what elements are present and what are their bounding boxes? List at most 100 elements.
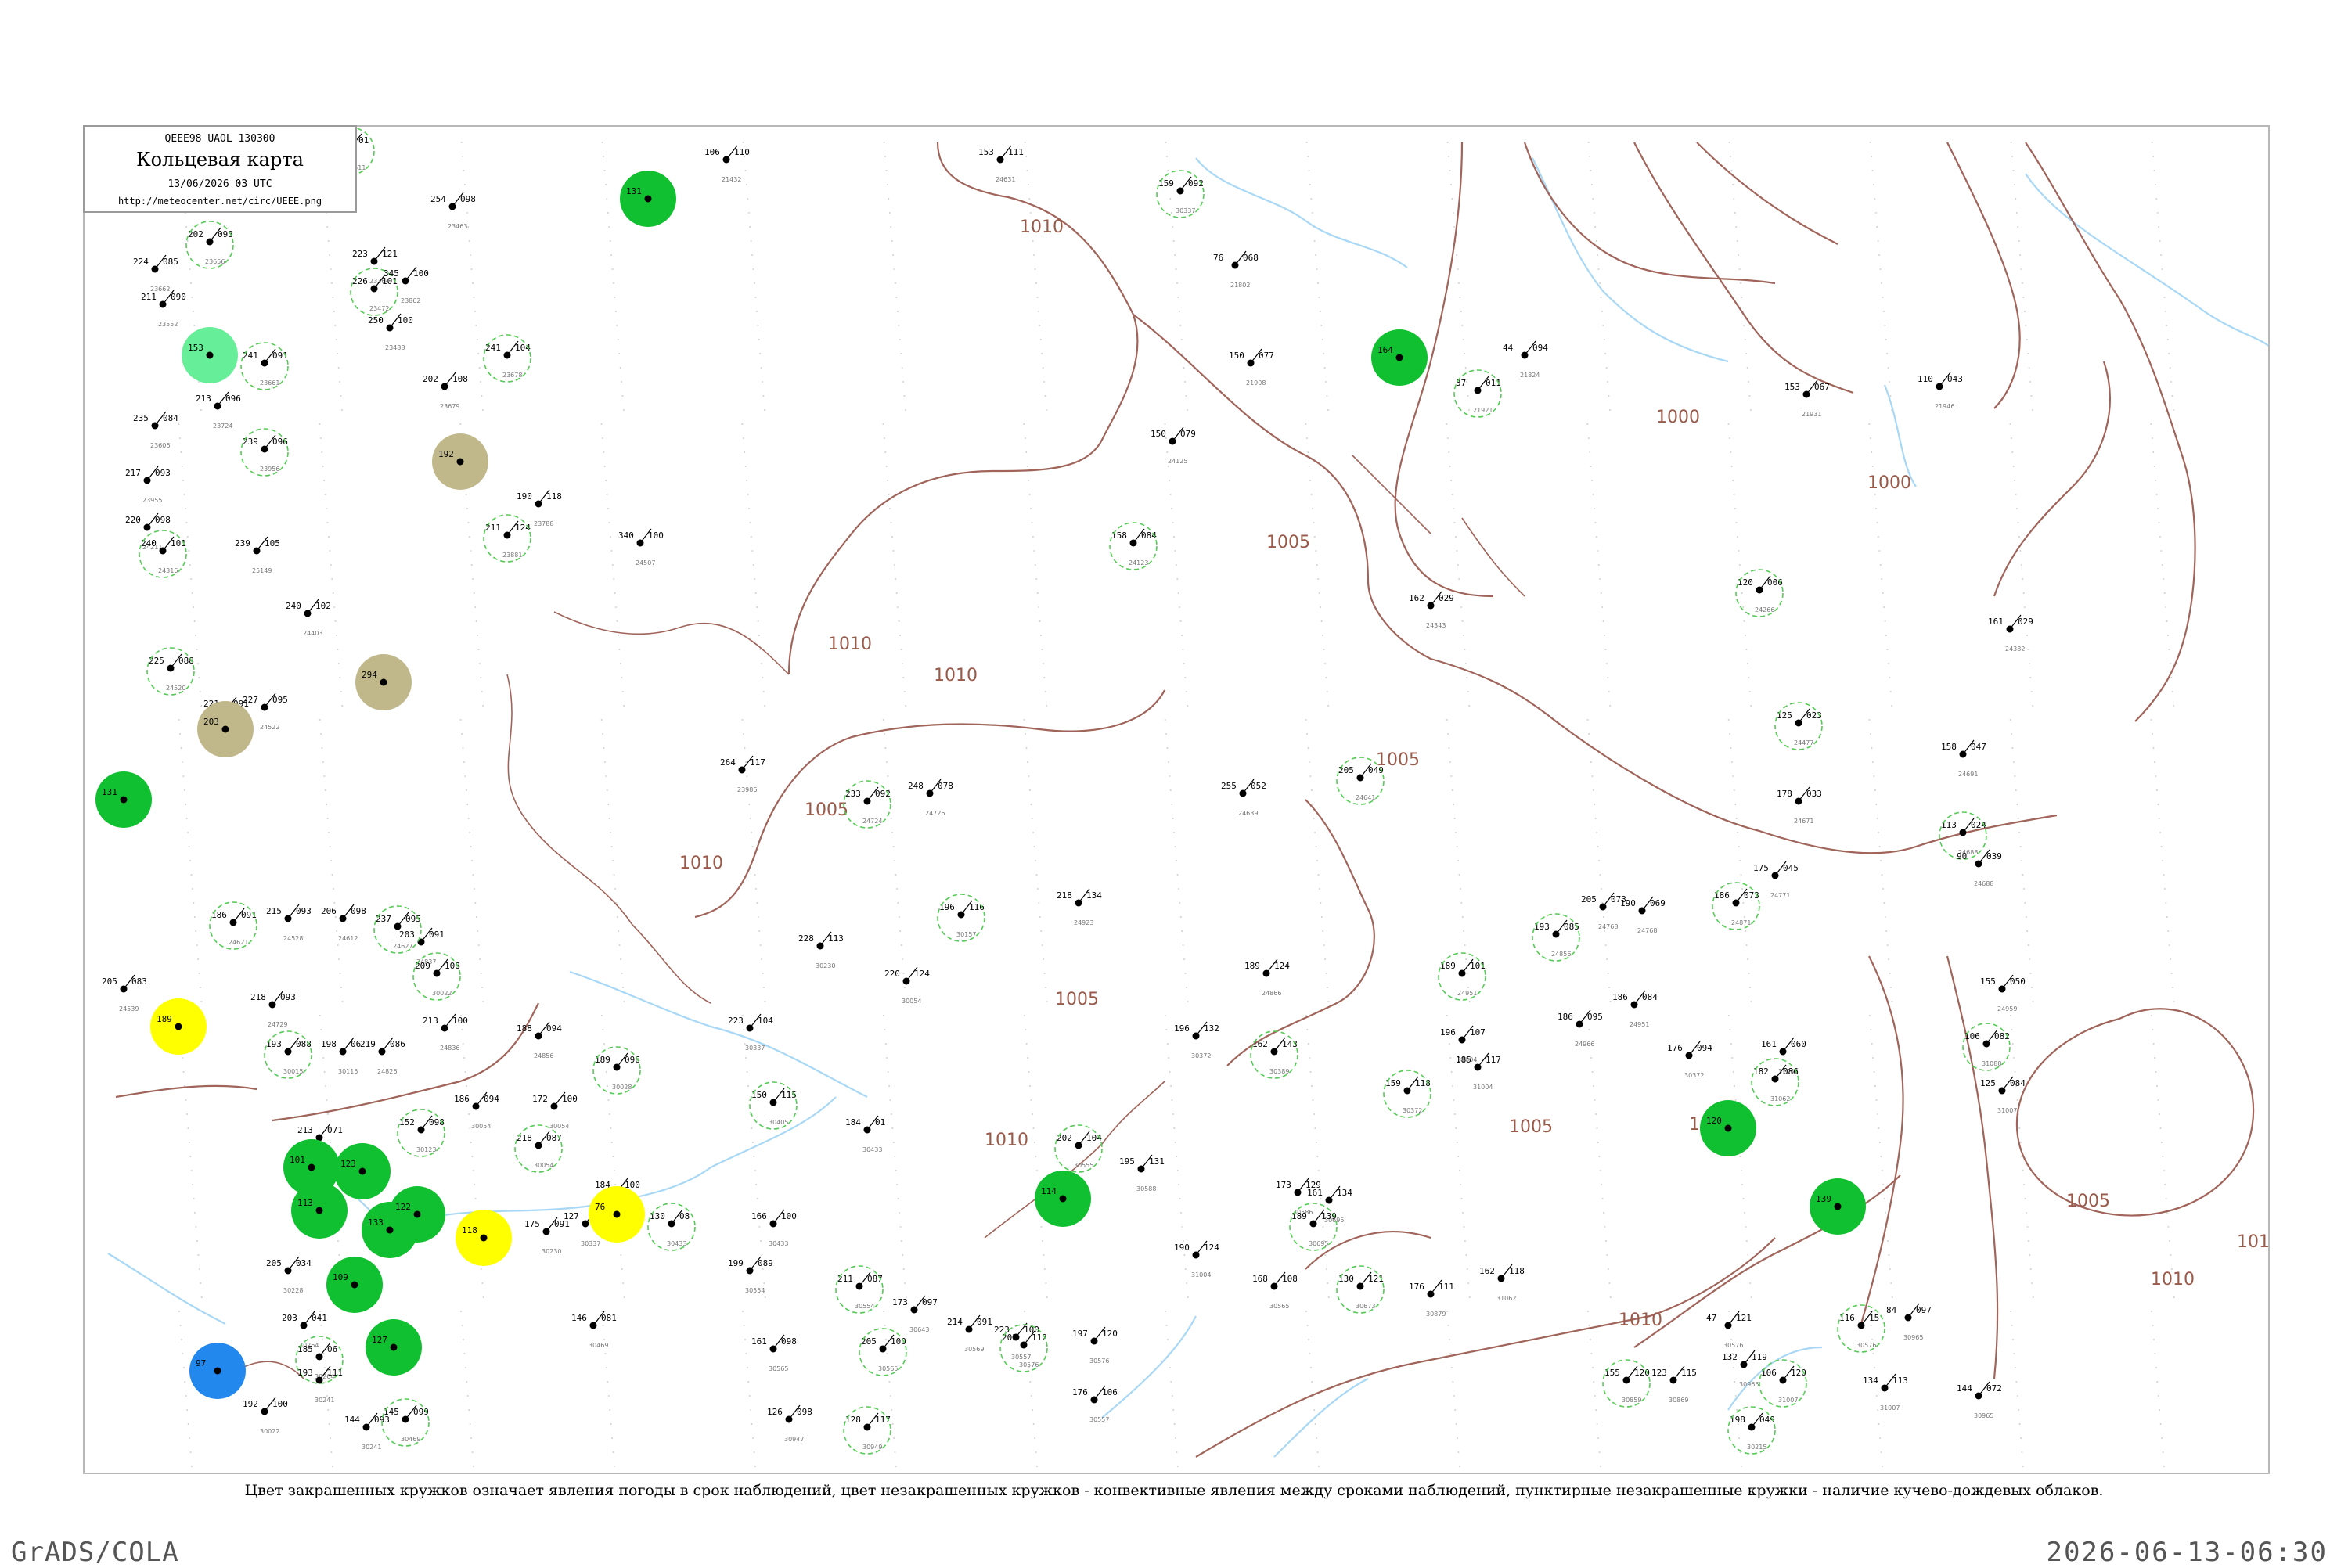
station-plot[interactable]: 250 100 23488 [368, 313, 413, 351]
station-plot[interactable]: 202 108 23679 [423, 372, 468, 410]
station-plot[interactable]: 217 093 23955 [125, 466, 171, 504]
station-plot[interactable]: 202 09323656 [185, 221, 234, 269]
station-plot[interactable]: 218 08730054 [514, 1124, 563, 1173]
station-plot[interactable]: 44 094 21824 [1503, 340, 1548, 379]
station-plot[interactable]: 206 098 24612 [321, 904, 366, 942]
station-plot[interactable]: 161 098 30565 [751, 1334, 797, 1372]
station-plot[interactable]: 152 09830123 [397, 1109, 445, 1157]
station-plot[interactable]: 125 02324477 [1774, 702, 1823, 750]
station-plot[interactable]: 126 098 30947 [767, 1404, 812, 1443]
filled-station-green[interactable]: 127 [366, 1319, 422, 1376]
station-plot[interactable]: 248 078 24726 [908, 779, 953, 817]
station-plot[interactable]: 90 039 24688 [1957, 849, 2002, 887]
station-plot[interactable]: 128 11730949 [843, 1406, 891, 1455]
map-area[interactable]: 1010 1010 1010 1010 1010 1010 1005 1005 1005 1005… [83, 125, 2270, 1474]
station-plot[interactable]: 220 124 30054 [884, 966, 930, 1005]
station-plot[interactable]: 197 120 30576 [1072, 1326, 1118, 1365]
station-plot[interactable]: 214 091 30569 [947, 1314, 992, 1353]
station-plot[interactable]: 235 084 23606 [133, 411, 178, 449]
station-plot[interactable]: 240 102 24403 [286, 599, 331, 637]
filled-station-yellow[interactable]: 118 [456, 1210, 512, 1266]
station-plot[interactable]: 186 09124621 [209, 901, 257, 950]
station-plot[interactable]: 189 124 24866 [1244, 958, 1290, 997]
station-plot[interactable]: 189 09630028 [592, 1046, 641, 1095]
station-plot[interactable]: 182 08631062 [1751, 1058, 1799, 1106]
station-plot[interactable]: 203 04130264 [282, 1311, 327, 1349]
filled-station-green[interactable]: 122 [389, 1186, 445, 1243]
station-plot[interactable]: 155 12030859 [1602, 1359, 1651, 1408]
station-plot[interactable]: 228 113 30230 [798, 931, 844, 969]
station-plot[interactable]: 175 045 24771 [1753, 861, 1799, 899]
station-plot[interactable]: 176 094 30372 [1667, 1041, 1712, 1079]
station-plot[interactable]: 196 132 30372 [1174, 1021, 1219, 1059]
station-plot[interactable]: 192 100 30022 [243, 1397, 288, 1435]
station-plot[interactable]: 218 134 24923 [1057, 888, 1102, 926]
filled-station-blue[interactable]: 97 [189, 1343, 246, 1399]
station-plot[interactable]: 254 098 23463 [430, 192, 476, 230]
filled-station-yellow[interactable]: 76 [589, 1186, 645, 1243]
station-plot[interactable]: 205 034 30228 [266, 1256, 312, 1294]
station-plot[interactable]: 37 01121921 [1453, 369, 1502, 418]
station-plot[interactable]: 159 11830372 [1383, 1070, 1431, 1118]
station-plot[interactable]: 233 09224724 [843, 780, 891, 829]
station-plot[interactable]: 123 115 30869 [1651, 1365, 1697, 1404]
station-plot[interactable]: 188 094 24856 [517, 1021, 562, 1059]
station-plot[interactable]: 134 113 31007 [1863, 1373, 1908, 1412]
station-plot[interactable]: 213 100 24836 [423, 1013, 468, 1052]
station-plot[interactable]: 196 11630157 [937, 894, 985, 942]
station-plot[interactable]: 205 073 24768 [1581, 892, 1626, 930]
filled-station-light-green[interactable]: 153 [182, 327, 238, 383]
station-plot[interactable]: 189 10124951 [1438, 952, 1486, 1001]
station-plot[interactable]: 186 094 30054 [454, 1091, 499, 1130]
station-plot[interactable]: 202 10430555 [1054, 1124, 1103, 1173]
station-plot[interactable]: 168 108 30565 [1252, 1271, 1298, 1310]
station-plot[interactable]: 224 08523662 [133, 254, 178, 293]
station-plot[interactable]: 178 033 24671 [1777, 786, 1822, 825]
filled-station-olive[interactable]: 294 [355, 654, 412, 710]
station-plot[interactable]: 225 08824520 [146, 647, 195, 696]
filled-station-green[interactable]: 131 [95, 771, 152, 828]
filled-station-yellow[interactable]: 189 [150, 998, 207, 1055]
station-plot[interactable]: 184 01 30433 [845, 1115, 885, 1153]
station-plot[interactable]: 190 06924768 [1620, 896, 1666, 934]
station-plot[interactable]: 198 06 30115 [321, 1037, 361, 1075]
station-plot[interactable]: 340 100 24507 [618, 528, 664, 566]
station-plot[interactable]: 84 097 30965 [1886, 1303, 1932, 1341]
filled-station-olive[interactable]: 192 [432, 433, 488, 490]
station-plot[interactable]: 161 029 24382 [1988, 614, 2033, 653]
station-plot[interactable]: 240 10124316 [139, 530, 187, 578]
station-plot[interactable]: 158 08424123 [1109, 522, 1158, 570]
station-plot[interactable]: 153 067 21931 [1784, 379, 1830, 418]
station-plot[interactable]: 219 086 24826 [360, 1037, 405, 1075]
station-plot[interactable]: 239 105 25149 [235, 536, 280, 574]
filled-station-green[interactable]: 109 [326, 1257, 383, 1313]
station-plot[interactable]: 120 00624266 [1735, 569, 1784, 617]
station-plot[interactable]: 172 100 30054 [532, 1091, 578, 1130]
filled-station-green[interactable]: 164 [1371, 329, 1428, 386]
station-plot[interactable]: 190 124 31004 [1174, 1240, 1219, 1278]
station-plot[interactable]: 175 091 30230 [524, 1217, 570, 1255]
station-plot[interactable]: 255 052 24639 [1221, 779, 1266, 817]
filled-station-green[interactable]: 131 [620, 171, 676, 227]
station-plot[interactable]: 199 089 30554 [728, 1256, 773, 1294]
station-plot[interactable]: 205 083 24539 [102, 974, 147, 1012]
station-plot[interactable]: 205 04924641 [1336, 757, 1385, 805]
station-plot[interactable]: 195 131 30588 [1119, 1154, 1165, 1192]
station-plot[interactable]: 218 093 24729 [250, 990, 296, 1028]
map-url[interactable]: http://meteocenter.net/circ/UEEE.png [85, 196, 355, 207]
station-plot[interactable]: 150 077 21908 [1229, 348, 1274, 387]
station-plot[interactable]: 106 08231088 [1962, 1023, 2011, 1071]
station-plot[interactable]: 241 10423678 [483, 334, 531, 383]
station-plot[interactable]: 76 068 21802 [1213, 250, 1259, 289]
station-plot[interactable]: 186 084 24951 [1612, 990, 1658, 1028]
station-plot[interactable]: 146 081 30469 [571, 1311, 617, 1349]
station-plot[interactable]: 186 07324871 [1712, 882, 1760, 930]
station-plot[interactable]: 239 09623956 [240, 428, 289, 477]
station-plot[interactable]: 155 050 24959 [1980, 974, 2026, 1012]
station-plot[interactable]: 150 079 24125 [1151, 426, 1196, 465]
station-plot[interactable]: 47 121 30576 [1706, 1311, 1752, 1349]
station-plot[interactable]: 241 09123661 [240, 342, 289, 390]
station-plot[interactable]: 215 093 24528 [266, 904, 312, 942]
station-plot[interactable]: 130 12130673 [1336, 1265, 1385, 1314]
station-plot[interactable]: 162 029 24343 [1409, 591, 1454, 629]
